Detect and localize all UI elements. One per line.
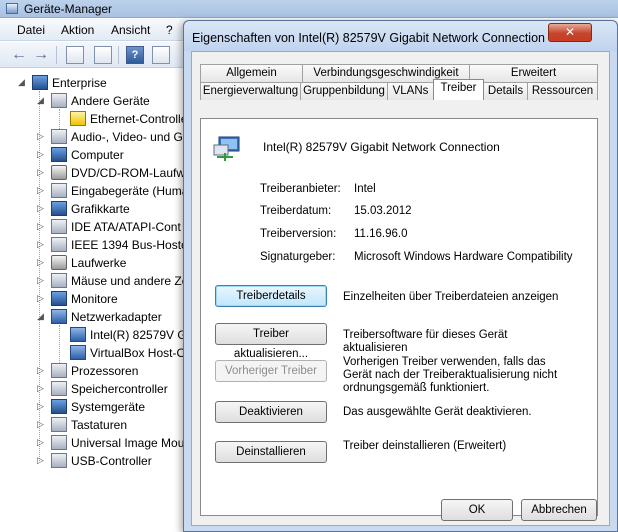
help-icon[interactable]: ? bbox=[126, 46, 144, 64]
treiberdetails-button[interactable]: Treiberdetails bbox=[215, 285, 327, 307]
expand-triangle-icon[interactable]: ▷ bbox=[37, 131, 47, 141]
toolbar-separator bbox=[56, 46, 57, 64]
action-icon[interactable] bbox=[152, 46, 170, 64]
dialog-title: Eigenschaften von Intel(R) 82579V Gigabi… bbox=[192, 31, 545, 45]
treiberdetails-description: Einzelheiten über Treiberdateien anzeige… bbox=[343, 291, 559, 303]
collapse-triangle-icon[interactable]: ◢ bbox=[37, 95, 47, 105]
network-adapter-icon bbox=[51, 309, 67, 324]
tab-treiber[interactable]: Treiber bbox=[433, 79, 484, 100]
menu-aktion[interactable]: Aktion bbox=[61, 23, 94, 37]
menu-ansicht[interactable]: Ansicht bbox=[111, 23, 150, 37]
expand-triangle-icon[interactable]: ▷ bbox=[37, 275, 47, 285]
disk-drive-icon bbox=[51, 255, 67, 270]
prop-value-anbieter: Intel bbox=[354, 183, 376, 195]
ide-controller-icon bbox=[51, 219, 67, 234]
prop-value-signatur: Microsoft Windows Hardware Compatibility bbox=[354, 251, 573, 263]
close-button[interactable]: ✕ bbox=[548, 23, 592, 42]
properties-icon[interactable] bbox=[94, 46, 112, 64]
menu-datei[interactable]: Datei bbox=[17, 23, 45, 37]
input-device-icon bbox=[51, 183, 67, 198]
properties-dialog: Eigenschaften von Intel(R) 82579V Gigabi… bbox=[183, 20, 618, 532]
device-manager-titlebar: Geräte-Manager bbox=[0, 0, 618, 18]
audio-icon bbox=[51, 129, 67, 144]
expand-triangle-icon[interactable]: ▷ bbox=[37, 257, 47, 267]
unknown-device-icon bbox=[51, 93, 67, 108]
network-adapter-icon bbox=[70, 327, 86, 342]
expand-triangle-icon[interactable]: ▷ bbox=[37, 239, 47, 249]
expand-triangle-icon[interactable]: ▷ bbox=[37, 221, 47, 231]
processor-icon bbox=[51, 363, 67, 378]
tab-vlans[interactable]: VLANs bbox=[387, 82, 434, 100]
deinstallieren-description: Treiber deinstallieren (Erweitert) bbox=[343, 440, 507, 452]
network-adapter-icon bbox=[213, 136, 240, 161]
expand-triangle-icon[interactable]: ▷ bbox=[37, 185, 47, 195]
forward-arrow-icon[interactable]: → bbox=[32, 46, 50, 64]
back-arrow-icon[interactable]: ← bbox=[10, 46, 28, 64]
usb-icon bbox=[51, 453, 67, 468]
prop-label-signatur: Signaturgeber: bbox=[260, 251, 336, 263]
expand-triangle-icon[interactable]: ▷ bbox=[37, 293, 47, 303]
dvd-drive-icon bbox=[51, 165, 67, 180]
prop-label-datum: Treiberdatum: bbox=[260, 205, 332, 217]
prop-value-datum: 15.03.2012 bbox=[354, 205, 412, 217]
treiber-aktualisieren-description: Treibersoftware für dieses Gerät aktuali… bbox=[343, 329, 508, 354]
tree-guide-line bbox=[59, 325, 60, 363]
menu-help[interactable]: ? bbox=[166, 23, 173, 37]
device-name: Intel(R) 82579V Gigabit Network Connecti… bbox=[263, 140, 500, 154]
expand-triangle-icon[interactable]: ▷ bbox=[37, 167, 47, 177]
expand-triangle-icon[interactable]: ▷ bbox=[37, 455, 47, 465]
deaktivieren-button[interactable]: Deaktivieren bbox=[215, 401, 327, 423]
expand-triangle-icon[interactable]: ▷ bbox=[37, 383, 47, 393]
image-mount-icon bbox=[51, 435, 67, 450]
computer-icon bbox=[32, 75, 48, 90]
vorheriger-treiber-button[interactable]: Vorheriger Treiber bbox=[215, 360, 327, 382]
tree-guide-line bbox=[59, 109, 60, 129]
collapse-triangle-icon[interactable]: ◢ bbox=[37, 311, 47, 321]
expand-triangle-icon[interactable]: ▷ bbox=[37, 203, 47, 213]
expand-triangle-icon[interactable]: ▷ bbox=[37, 365, 47, 375]
storage-controller-icon bbox=[51, 381, 67, 396]
tab-details[interactable]: Details bbox=[483, 82, 528, 100]
deaktivieren-description: Das ausgewählte Gerät deaktivieren. bbox=[343, 406, 532, 418]
vorheriger-treiber-description: Vorherigen Treiber verwenden, falls das … bbox=[343, 356, 558, 394]
tab-energieverwaltung[interactable]: Energieverwaltung bbox=[200, 82, 301, 100]
tab-gruppenbildung[interactable]: Gruppenbildung bbox=[300, 82, 388, 100]
treiber-aktualisieren-button[interactable]: Treiber aktualisieren... bbox=[215, 323, 327, 360]
warning-device-icon bbox=[70, 111, 86, 126]
prop-value-version: 11.16.96.0 bbox=[354, 228, 408, 240]
toolbar-separator bbox=[118, 46, 119, 64]
device-manager-app-icon bbox=[6, 3, 18, 14]
monitor-icon bbox=[51, 291, 67, 306]
mouse-icon bbox=[51, 273, 67, 288]
device-manager-title: Geräte-Manager bbox=[24, 2, 113, 16]
dialog-body: Allgemein Verbindungsgeschwindigkeit Erw… bbox=[191, 51, 610, 526]
cancel-button[interactable]: Abbrechen bbox=[521, 499, 597, 521]
dialog-titlebar[interactable]: Eigenschaften von Intel(R) 82579V Gigabi… bbox=[184, 21, 617, 51]
network-adapter-icon bbox=[70, 345, 86, 360]
show-hide-console-tree-icon[interactable] bbox=[66, 46, 84, 64]
ieee1394-icon bbox=[51, 237, 67, 252]
ok-button[interactable]: OK bbox=[441, 499, 513, 521]
prop-label-version: Treiberversion: bbox=[260, 228, 337, 240]
expand-triangle-icon[interactable]: ▷ bbox=[37, 419, 47, 429]
collapse-triangle-icon[interactable]: ◢ bbox=[18, 77, 28, 87]
tab-allgemein[interactable]: Allgemein bbox=[200, 64, 303, 82]
tab-ressourcen[interactable]: Ressourcen bbox=[527, 82, 598, 100]
deinstallieren-button[interactable]: Deinstallieren bbox=[215, 441, 327, 463]
system-device-icon bbox=[51, 399, 67, 414]
expand-triangle-icon[interactable]: ▷ bbox=[37, 437, 47, 447]
display-adapter-icon bbox=[51, 201, 67, 216]
computer-icon bbox=[51, 147, 67, 162]
expand-triangle-icon[interactable]: ▷ bbox=[37, 149, 47, 159]
keyboard-icon bbox=[51, 417, 67, 432]
expand-triangle-icon[interactable]: ▷ bbox=[37, 401, 47, 411]
prop-label-anbieter: Treiberanbieter: bbox=[260, 183, 341, 195]
tab-erweitert[interactable]: Erweitert bbox=[469, 64, 598, 82]
